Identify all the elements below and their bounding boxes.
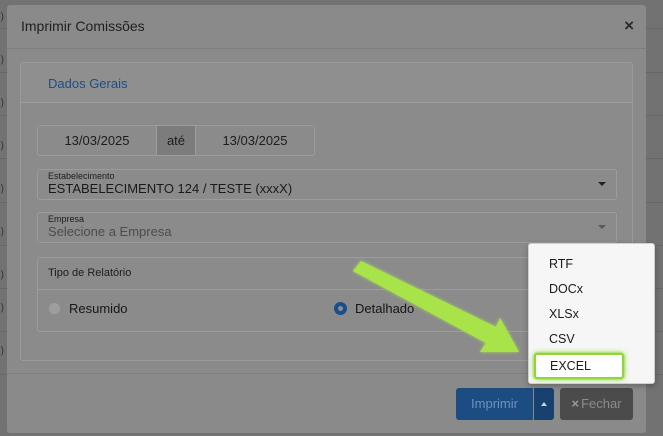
background-row-text: ) bbox=[0, 182, 5, 195]
print-button[interactable]: Imprimir bbox=[456, 388, 533, 420]
chevron-down-icon bbox=[598, 225, 606, 229]
empresa-placeholder: Selecione a Empresa bbox=[48, 224, 172, 239]
caret-up-icon bbox=[541, 402, 547, 406]
menu-item-rtf[interactable]: RTF bbox=[529, 253, 654, 275]
radio-label: Resumido bbox=[69, 301, 128, 316]
background-row-text: ) bbox=[0, 139, 5, 152]
empresa-select[interactable]: Empresa Selecione a Empresa bbox=[37, 212, 617, 243]
menu-item-docx[interactable]: DOCx bbox=[529, 278, 654, 300]
radio-resumido[interactable]: Resumido bbox=[48, 301, 158, 319]
close-icon[interactable]: × bbox=[624, 16, 634, 36]
menu-item-excel[interactable]: EXCEL bbox=[534, 353, 624, 379]
background-row-text: ) bbox=[0, 96, 5, 109]
radio-detalhado[interactable]: Detalhado bbox=[334, 301, 434, 319]
background-row-text: ) bbox=[0, 10, 5, 23]
menu-item-xlsx[interactable]: XLSx bbox=[529, 303, 654, 325]
background-row-text: ) bbox=[0, 268, 5, 281]
start-date-input[interactable]: 13/03/2025 bbox=[38, 126, 156, 155]
chevron-down-icon bbox=[598, 182, 606, 186]
tab-dados-gerais[interactable]: Dados Gerais bbox=[48, 76, 127, 91]
radio-checked-icon bbox=[334, 302, 347, 315]
close-icon: × bbox=[571, 396, 580, 411]
background-row-text: ) bbox=[0, 225, 5, 238]
print-format-menu: RTF DOCx XLSx CSV EXCEL bbox=[528, 243, 655, 384]
close-button-label: Fechar bbox=[581, 396, 622, 411]
background-row-text: ) bbox=[0, 344, 5, 357]
date-range-separator: até bbox=[156, 126, 196, 155]
background-row-text: ) bbox=[0, 53, 5, 66]
estabelecimento-value: ESTABELECIMENTO 124 / TESTE (xxxX) bbox=[48, 181, 293, 196]
modal-title: Imprimir Comissões bbox=[21, 18, 145, 34]
estabelecimento-select[interactable]: Estabelecimento ESTABELECIMENTO 124 / TE… bbox=[37, 169, 617, 200]
close-button[interactable]: × Fechar bbox=[560, 388, 633, 420]
print-format-toggle[interactable] bbox=[534, 388, 554, 420]
estabelecimento-label: Estabelecimento bbox=[48, 171, 115, 181]
date-range: 13/03/2025 até 13/03/2025 bbox=[37, 125, 315, 156]
report-type-title: Tipo de Relatório bbox=[48, 267, 132, 279]
radio-unchecked-icon bbox=[48, 302, 61, 315]
panel-header: Dados Gerais bbox=[21, 63, 632, 103]
modal-header: Imprimir Comissões × bbox=[7, 5, 646, 49]
background-row-text: ) bbox=[0, 301, 5, 314]
empresa-label: Empresa bbox=[48, 214, 85, 224]
end-date-input[interactable]: 13/03/2025 bbox=[196, 126, 314, 155]
menu-item-csv[interactable]: CSV bbox=[529, 328, 654, 350]
radio-label: Detalhado bbox=[355, 301, 415, 316]
